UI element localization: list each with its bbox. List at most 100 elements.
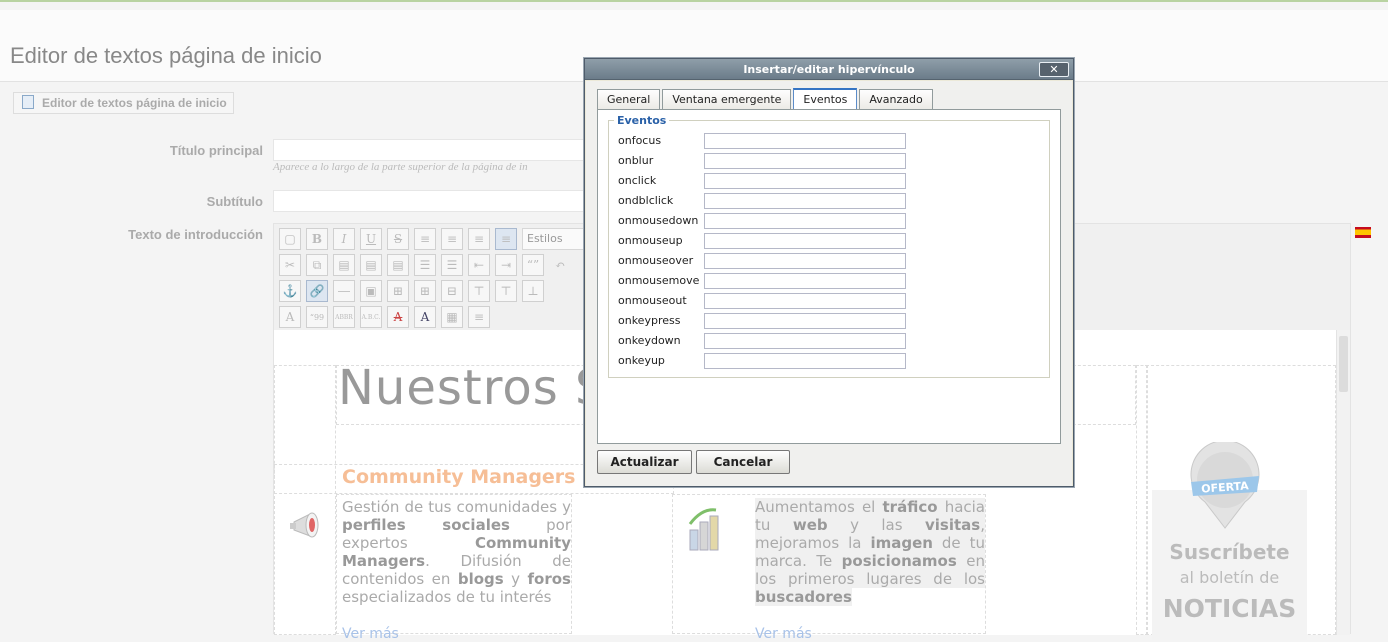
eventos-panel: Eventos onfocus onblur onclick ondblclick on… bbox=[597, 109, 1061, 444]
blockquote-button[interactable]: “” bbox=[522, 254, 544, 276]
delete-row-icon[interactable]: ⊟ bbox=[441, 280, 463, 302]
dialog-tabs: General Ventana emergente Eventos Avanza… bbox=[597, 88, 933, 109]
paragraph-run: perfiles sociales bbox=[342, 516, 510, 534]
update-button[interactable]: Actualizar bbox=[597, 450, 692, 474]
fieldset-tab: Editor de textos página de inicio bbox=[13, 92, 234, 114]
insert-col-before-icon[interactable]: ⊤ bbox=[468, 280, 490, 302]
indent-icon[interactable]: ⇥ bbox=[495, 254, 517, 276]
event-label: onmousedown bbox=[618, 214, 699, 227]
onkeyup-input[interactable] bbox=[704, 353, 906, 369]
acronym-icon[interactable]: A.B.C. bbox=[360, 306, 382, 328]
cut-icon[interactable]: ✂ bbox=[279, 254, 301, 276]
align-left-button[interactable]: ≡ bbox=[414, 228, 436, 250]
bullet-list-icon[interactable]: ☰ bbox=[414, 254, 436, 276]
left-paragraph: Gestión de tus comunidades y perfiles so… bbox=[342, 498, 571, 606]
anchor-icon[interactable]: ⚓ bbox=[279, 280, 301, 302]
image-icon[interactable]: ▣ bbox=[360, 280, 382, 302]
undo-icon[interactable]: ↶ bbox=[549, 254, 571, 276]
event-label: onkeypress bbox=[618, 314, 681, 327]
event-row-onblur: onblur bbox=[618, 153, 908, 169]
onclick-input[interactable] bbox=[704, 173, 906, 189]
italic-button[interactable]: I bbox=[333, 228, 355, 250]
delete-col-icon[interactable]: ⊥ bbox=[522, 280, 544, 302]
ver-mas-left-link[interactable]: Ver más bbox=[342, 626, 399, 642]
new-document-button[interactable]: ▢ bbox=[279, 228, 301, 250]
toolbar-row-2: ✂ ⧉ ▤ ▤ ▤ ☰ ☰ ⇤ ⇥ “” ↶ bbox=[279, 254, 571, 276]
link-dialog: Insertar/editar hipervínculo ✕ General V… bbox=[584, 58, 1074, 487]
onmouseup-input[interactable] bbox=[704, 233, 906, 249]
event-label: onkeydown bbox=[618, 334, 681, 347]
onmousedown-input[interactable] bbox=[704, 213, 906, 229]
copy-icon[interactable]: ⧉ bbox=[306, 254, 328, 276]
dialog-title: Insertar/editar hipervínculo bbox=[743, 63, 915, 76]
insert-row-after-icon[interactable]: ⊞ bbox=[414, 280, 436, 302]
onfocus-input[interactable] bbox=[704, 133, 906, 149]
paragraph-run: y bbox=[503, 570, 528, 588]
del-icon[interactable]: A bbox=[387, 306, 409, 328]
horizontal-rule-icon[interactable]: ― bbox=[333, 280, 355, 302]
event-label: onmousemove bbox=[618, 274, 700, 287]
ins-icon[interactable]: A bbox=[414, 306, 436, 328]
subtitulo-input[interactable] bbox=[273, 190, 593, 212]
event-row-onkeypress: onkeypress bbox=[618, 313, 908, 329]
paste-word-icon[interactable]: ▤ bbox=[387, 254, 409, 276]
dialog-titlebar[interactable]: Insertar/editar hipervínculo ✕ bbox=[585, 59, 1073, 80]
event-label: onfocus bbox=[618, 134, 662, 147]
onmousemove-input[interactable] bbox=[704, 273, 906, 289]
align-right-button[interactable]: ≡ bbox=[468, 228, 490, 250]
layout-cell bbox=[274, 365, 336, 635]
close-icon[interactable]: ✕ bbox=[1039, 62, 1069, 77]
document-icon bbox=[22, 95, 34, 109]
subtitulo-label: Subtítulo bbox=[206, 194, 263, 209]
insert-row-before-icon[interactable]: ⊞ bbox=[387, 280, 409, 302]
styleprops-icon[interactable]: A bbox=[279, 306, 301, 328]
paragraph-run: visitas bbox=[925, 516, 981, 534]
event-label: onblur bbox=[618, 154, 654, 167]
tab-ventana-emergente[interactable]: Ventana emergente bbox=[662, 89, 792, 109]
onmouseout-input[interactable] bbox=[704, 293, 906, 309]
event-label: onkeyup bbox=[618, 354, 665, 367]
eventos-legend: Eventos bbox=[614, 114, 670, 127]
scrollbar-thumb[interactable] bbox=[1339, 336, 1348, 392]
dialog-body: General Ventana emergente Eventos Avanza… bbox=[586, 81, 1072, 486]
attribs-icon[interactable]: ▦ bbox=[441, 306, 463, 328]
underline-button[interactable]: U bbox=[360, 228, 382, 250]
promo-line-3: NOTICIAS bbox=[1162, 594, 1297, 623]
tab-general[interactable]: General bbox=[597, 89, 661, 109]
event-row-onfocus: onfocus bbox=[618, 133, 908, 149]
onkeypress-input[interactable] bbox=[704, 313, 906, 329]
bar-chart-icon bbox=[688, 508, 719, 551]
content-heading: Nuestros S bbox=[338, 360, 607, 416]
onblur-input[interactable] bbox=[704, 153, 906, 169]
paste-text-icon[interactable]: ▤ bbox=[360, 254, 382, 276]
bold-button[interactable]: B bbox=[306, 228, 328, 250]
ondblclick-input[interactable] bbox=[704, 193, 906, 209]
titulo-input[interactable] bbox=[273, 139, 593, 161]
spain-flag-icon[interactable] bbox=[1355, 227, 1371, 238]
tab-avanzado[interactable]: Avanzado bbox=[859, 89, 933, 109]
paragraph-run: Gestión de tus comunidades y bbox=[342, 498, 571, 516]
visualchars-icon[interactable]: ≡ bbox=[468, 306, 490, 328]
megaphone-icon bbox=[290, 512, 319, 538]
paste-icon[interactable]: ▤ bbox=[333, 254, 355, 276]
link-icon[interactable]: 🔗 bbox=[306, 280, 328, 302]
insert-col-after-icon[interactable]: ⊤ bbox=[495, 280, 517, 302]
styles-select[interactable]: Estilos bbox=[522, 228, 584, 250]
tab-eventos[interactable]: Eventos bbox=[793, 88, 858, 109]
strikethrough-button[interactable]: S bbox=[387, 228, 409, 250]
editor-scrollbar[interactable] bbox=[1336, 330, 1350, 635]
align-center-button[interactable]: ≡ bbox=[441, 228, 463, 250]
numbered-list-icon[interactable]: ☰ bbox=[441, 254, 463, 276]
event-label: onclick bbox=[618, 174, 657, 187]
paragraph-run: especializados de tu interés bbox=[342, 588, 552, 606]
event-label: onmouseout bbox=[618, 294, 687, 307]
onmouseover-input[interactable] bbox=[704, 253, 906, 269]
cancel-button[interactable]: Cancelar bbox=[696, 450, 790, 474]
outdent-icon[interactable]: ⇤ bbox=[468, 254, 490, 276]
cite-icon[interactable]: “99 bbox=[306, 306, 328, 328]
ver-mas-right-link[interactable]: Ver más bbox=[755, 626, 812, 642]
onkeydown-input[interactable] bbox=[704, 333, 906, 349]
titulo-hint: Aparece a lo largo de la parte superior … bbox=[273, 161, 528, 173]
justify-button[interactable]: ≡ bbox=[495, 228, 517, 250]
abbr-icon[interactable]: ABBR bbox=[333, 306, 355, 328]
